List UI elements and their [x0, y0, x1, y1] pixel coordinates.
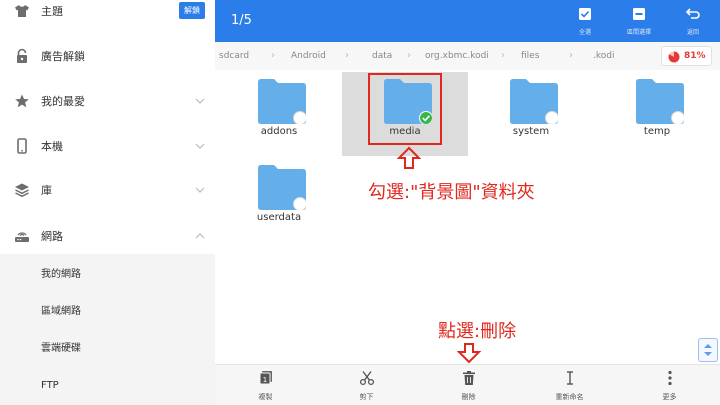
copy-label: 複製 [258, 393, 273, 401]
select-all-button[interactable]: 全選 [557, 5, 613, 39]
breadcrumb-segment[interactable]: Android [291, 51, 326, 61]
folder-icon [258, 165, 306, 210]
sidebar-subitem-label: 區域網路 [41, 306, 81, 317]
phone-icon [17, 138, 27, 154]
sidebar-item-local[interactable]: 本機 [0, 126, 215, 166]
chevron-up-icon [195, 233, 205, 239]
sidebar-subitem-label: FTP [41, 379, 59, 391]
rename-button[interactable]: 重新命名 [519, 365, 620, 405]
return-arrow-icon [685, 8, 700, 19]
scroll-handle[interactable] [698, 338, 718, 362]
delete-button[interactable]: 刪除 [418, 365, 519, 405]
folder-name: temp [643, 126, 671, 137]
storage-percent: 81% [684, 51, 706, 61]
sidebar-item-label: 庫 [41, 184, 52, 197]
sidebar-item-label: 主題 [41, 5, 63, 18]
sidebar-item-network[interactable]: 網路 [0, 216, 215, 256]
pie-chart-icon [668, 51, 680, 63]
cut-label: 剪下 [359, 393, 374, 401]
copy-icon: 1 [259, 371, 272, 385]
sidebar-item-favorites[interactable]: 我的最愛 [0, 81, 215, 121]
action-toolbar: 1 複製 剪下 刪除 重新命名 更多 [215, 364, 720, 405]
sidebar-item-label: 廣告解鎖 [41, 50, 85, 63]
breadcrumb-segment[interactable]: .kodi [593, 51, 614, 61]
folder-name: addons [260, 126, 298, 137]
chevron-down-icon [195, 187, 205, 193]
star-icon [15, 94, 29, 108]
breadcrumb: sdcard › Android › data › org.xbmc.kodi … [215, 42, 720, 70]
breadcrumb-segment[interactable]: files [521, 51, 539, 61]
annotation-highlight-box [368, 73, 442, 145]
unlock-badge[interactable]: 解鎖 [179, 2, 205, 19]
folder-system[interactable]: system [486, 72, 576, 152]
back-button[interactable]: 返回 [665, 5, 720, 39]
folder-icon [510, 79, 558, 124]
sidebar-subitem-cloud[interactable]: 雲端硬碟 [0, 328, 215, 365]
copy-button[interactable]: 1 複製 [215, 365, 316, 405]
lock-icon [17, 48, 27, 63]
more-vertical-icon [667, 370, 672, 386]
router-icon [15, 232, 29, 242]
annotation-tap-delete: 點選:刪除 [438, 321, 517, 342]
sidebar-subitem-label: 我的網路 [41, 269, 81, 280]
breadcrumb-separator: › [271, 50, 275, 61]
text-cursor-icon [566, 371, 573, 385]
select-all-label: 全選 [578, 29, 591, 36]
folder-icon [258, 79, 306, 124]
sidebar-item-label: 網路 [41, 230, 63, 243]
sidebar-item-label: 我的最愛 [41, 95, 85, 108]
layers-icon [15, 183, 29, 198]
annotation-select-folder: 勾選:"背景圖"資料夾 [368, 182, 535, 203]
breadcrumb-separator: › [569, 50, 573, 61]
delete-label: 刪除 [461, 393, 476, 401]
chevron-down-icon [195, 98, 205, 104]
breadcrumb-separator: › [407, 50, 411, 61]
cut-button[interactable]: 剪下 [316, 365, 417, 405]
trash-icon [462, 371, 475, 385]
back-label: 返回 [686, 29, 699, 36]
svg-text:1: 1 [262, 376, 266, 384]
sidebar-item-library[interactable]: 庫 [0, 170, 215, 210]
shirt-icon [15, 5, 29, 17]
selection-toolbar: 1/5 全選 區間選擇 返回 [215, 0, 720, 42]
sidebar-subitem-my-network[interactable]: 我的網路 [0, 254, 215, 291]
folder-name: userdata [256, 212, 302, 223]
folder-icon [636, 79, 684, 124]
sidebar: 主題 解鎖 廣告解鎖 我的最愛 本機 庫 網路 我的網路 區域網路 雲端硬碟 F… [0, 0, 215, 405]
breadcrumb-segment[interactable]: sdcard [219, 51, 249, 61]
breadcrumb-separator: › [501, 50, 505, 61]
checkbox-icon [579, 8, 591, 20]
selection-counter: 1/5 [231, 13, 252, 28]
folder-addons[interactable]: addons [234, 72, 324, 152]
more-label: 更多 [662, 393, 677, 401]
breadcrumb-separator: › [345, 50, 349, 61]
down-arrow-icon [457, 343, 481, 363]
chevron-down-icon [195, 143, 205, 149]
sidebar-subitem-lan[interactable]: 區域網路 [0, 291, 215, 328]
more-button[interactable]: 更多 [619, 365, 720, 405]
interval-select-button[interactable]: 區間選擇 [611, 5, 667, 39]
sidebar-subitem-ftp[interactable]: FTP [0, 365, 215, 405]
breadcrumb-segment[interactable]: data [372, 51, 392, 61]
breadcrumb-segment[interactable]: org.xbmc.kodi [425, 51, 489, 61]
storage-usage-indicator[interactable]: 81% [661, 46, 712, 66]
scissors-icon [359, 371, 374, 386]
sidebar-item-theme[interactable]: 主題 解鎖 [0, 0, 215, 31]
range-select-icon [633, 8, 645, 20]
folder-userdata[interactable]: userdata [234, 158, 324, 238]
folder-temp[interactable]: temp [612, 72, 702, 152]
sidebar-item-label: 本機 [41, 140, 63, 153]
folder-name: system [512, 126, 550, 137]
up-arrow-icon [397, 146, 421, 169]
sidebar-subitem-label: 雲端硬碟 [41, 343, 81, 354]
scroll-arrows-icon [704, 344, 712, 356]
rename-label: 重新命名 [555, 393, 584, 401]
sidebar-item-ad-unlock[interactable]: 廣告解鎖 [0, 36, 215, 76]
interval-select-label: 區間選擇 [626, 29, 651, 36]
